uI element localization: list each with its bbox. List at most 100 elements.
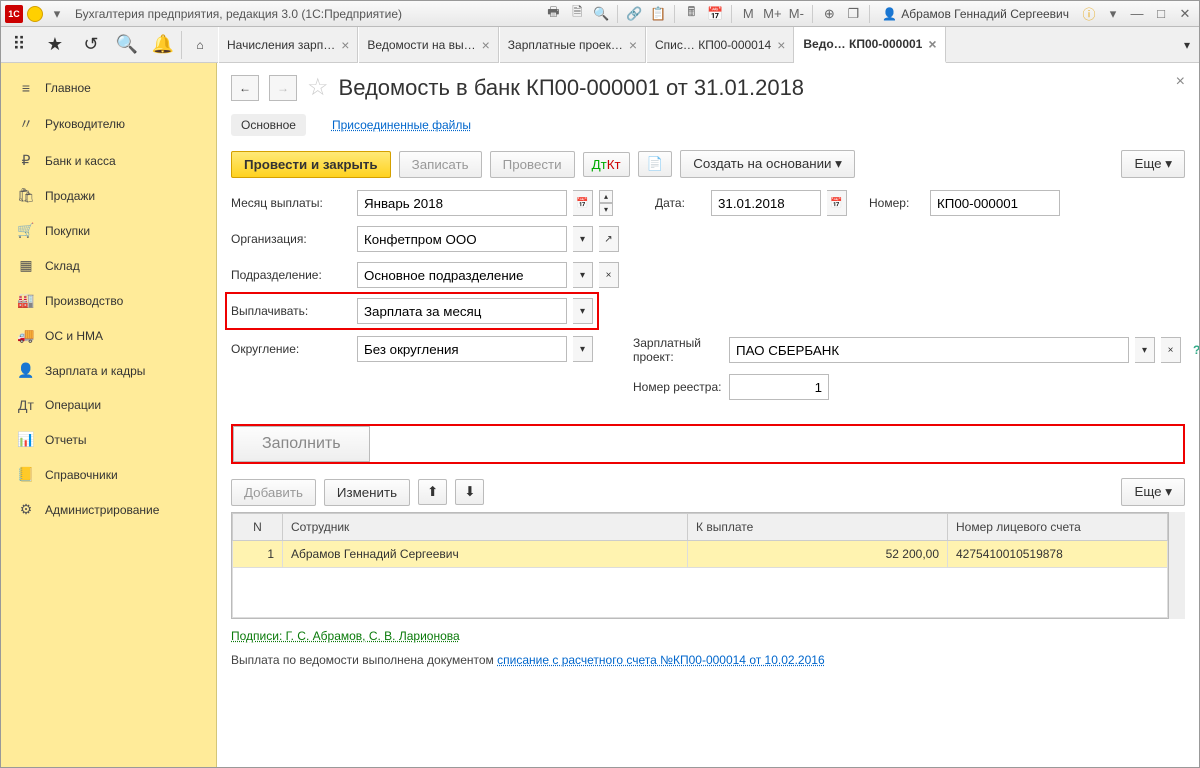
memory-m-button[interactable]: M [738,4,758,24]
maximize-button[interactable]: □ [1151,4,1171,24]
document-icon-button[interactable]: 📄 [638,151,673,177]
sidebar-item-main[interactable]: ≡Главное [1,71,216,105]
move-up-button[interactable]: ⬆ [418,479,447,505]
post-and-close-button[interactable]: Провести и закрыть [231,151,391,178]
clear-icon[interactable]: × [1161,337,1181,363]
sidebar-item-manager[interactable]: 〃Руководителю [1,105,216,143]
dropdown-icon[interactable]: ▾ [1135,337,1155,363]
history-icon[interactable]: ↺ [73,27,109,63]
windows-icon[interactable]: ❐ [843,4,863,24]
dropdown-icon[interactable]: ▾ [573,336,593,362]
sidebar-item-sales[interactable]: 🛍Продажи [1,178,216,213]
number-input[interactable] [930,190,1060,216]
search-tool-icon[interactable]: 🔍 [109,27,145,63]
memory-mminus-button[interactable]: M- [786,4,806,24]
col-account[interactable]: Номер лицевого счета [948,514,1168,541]
pay-type-input[interactable] [357,298,567,324]
month-input[interactable] [357,190,567,216]
info-icon[interactable]: ⓘ [1079,4,1099,24]
table-more-button[interactable]: Еще ▾ [1121,478,1185,506]
close-icon[interactable]: × [777,37,785,53]
footer-writeoff-link[interactable]: списание с расчетного счета №КП00-000014… [497,653,824,667]
edit-row-button[interactable]: Изменить [324,479,410,506]
sidebar-item-admin[interactable]: ⚙Администрирование [1,492,216,527]
save-button[interactable]: Записать [399,151,482,178]
sidebar-label: Главное [45,81,91,95]
sidebar-item-operations[interactable]: ДтОперации [1,388,216,422]
sidebar-item-purchases[interactable]: 🛒Покупки [1,213,216,248]
calendar-icon[interactable]: 📅 [827,190,847,216]
favorites-icon[interactable]: ★ [37,27,73,63]
subtab-main[interactable]: Основное [231,114,306,136]
sidebar-item-reports[interactable]: 📊Отчеты [1,422,216,457]
sidebar-item-hr[interactable]: 👤Зарплата и кадры [1,353,216,388]
dtkt-button[interactable]: ДтКт [583,152,630,177]
current-user[interactable]: 👤 Абрамов Геннадий Сергеевич [876,7,1075,21]
org-input[interactable] [357,226,567,252]
tabs-overflow-button[interactable]: ▾ [1175,38,1199,52]
copy-icon[interactable]: 📋 [648,4,668,24]
close-icon[interactable]: × [482,37,490,53]
sidebar-item-production[interactable]: 🏭Производство [1,283,216,318]
zoom-icon[interactable]: ⊕ [819,4,839,24]
dropdown-icon[interactable]: ▾ [573,298,593,324]
col-employee[interactable]: Сотрудник [283,514,688,541]
create-based-on-button[interactable]: Создать на основании ▾ [680,150,855,178]
clear-icon[interactable]: × [599,262,619,288]
sidebar-item-catalogs[interactable]: 📒Справочники [1,457,216,492]
add-row-button[interactable]: Добавить [231,479,316,506]
sidebar-item-warehouse[interactable]: ▦Склад [1,248,216,283]
col-amount[interactable]: К выплате [688,514,948,541]
registry-number-input[interactable] [729,374,829,400]
notifications-icon[interactable]: 🔔 [145,27,181,63]
date-input[interactable] [711,190,821,216]
dept-input[interactable] [357,262,567,288]
nav-forward-button[interactable]: → [269,75,297,101]
dropdown-icon[interactable]: ▾ [47,4,67,24]
col-n[interactable]: N [233,514,283,541]
more-button[interactable]: Еще ▾ [1121,150,1185,178]
apps-grid-icon[interactable]: ⠿ [1,27,37,63]
salary-project-input[interactable] [729,337,1129,363]
help-icon[interactable]: ? [1193,343,1199,357]
minimize-button[interactable]: — [1127,4,1147,24]
close-icon[interactable]: × [629,37,637,53]
tab-payroll[interactable]: Начисления зарп…× [218,27,358,63]
tab-bank-statement[interactable]: Ведо… КП00-000001× [794,27,945,63]
open-icon[interactable]: ↗ [599,226,619,252]
favorite-star-icon[interactable]: ☆ [307,73,329,102]
subtab-attached-files[interactable]: Присоединенные файлы [322,114,481,136]
memory-mplus-button[interactable]: M+ [762,4,782,24]
table-row[interactable]: 1 Абрамов Геннадий Сергеевич 52 200,00 4… [233,541,1168,568]
rounding-input[interactable] [357,336,567,362]
sidebar-item-assets[interactable]: 🚚ОС и НМА [1,318,216,353]
dropdown-icon[interactable]: ▾ [573,262,593,288]
menu-dropdown-icon[interactable] [27,6,43,22]
close-window-button[interactable]: ✕ [1175,4,1195,24]
link-icon[interactable]: 🔗 [624,4,644,24]
table-scrollbar[interactable] [1169,512,1185,619]
dropdown-icon[interactable]: ▾ [573,226,593,252]
dropdown-icon[interactable]: ▾ [1103,4,1123,24]
tab-salary-projects[interactable]: Зарплатные проек…× [499,27,646,63]
month-down-button[interactable]: ▾ [599,203,613,216]
month-up-button[interactable]: ▴ [599,190,613,203]
close-icon[interactable]: × [341,37,349,53]
home-button[interactable]: ⌂ [182,27,218,63]
tab-writeoff[interactable]: Спис… КП00-000014× [646,27,794,63]
print-preview-icon[interactable]: 🗎 [567,4,587,24]
move-down-button[interactable]: ⬇ [455,479,484,505]
tab-statements[interactable]: Ведомости на вы…× [358,27,498,63]
signatures-link[interactable]: Подписи: Г. С. Абрамов, С. В. Ларионова [231,629,460,643]
sidebar-item-bank[interactable]: ₽Банк и касса [1,143,216,178]
calendar-icon[interactable]: 📅 [705,4,725,24]
search-icon[interactable]: 🔍 [591,4,611,24]
post-button[interactable]: Провести [490,151,575,178]
close-document-button[interactable]: × [1176,73,1185,91]
print-icon[interactable]: 🖶 [543,4,563,24]
fill-button[interactable]: Заполнить [233,426,370,462]
nav-back-button[interactable]: ← [231,75,259,101]
close-icon[interactable]: × [928,36,936,52]
calendar-icon[interactable]: 📅 [573,190,593,216]
calculator-icon[interactable]: 🖩 [681,4,701,24]
